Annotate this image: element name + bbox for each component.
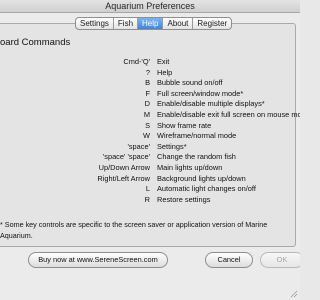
command-row: B Bubble sound on/off xyxy=(0,78,300,89)
command-key: Up/Down Arrow xyxy=(98,162,150,172)
command-row: ? Help xyxy=(0,68,300,79)
resize-grip-icon[interactable] xyxy=(290,290,298,298)
command-row: W Wireframe/normal mode xyxy=(0,131,300,142)
command-key: D xyxy=(144,99,150,109)
ok-button: OK xyxy=(260,252,300,268)
command-description: Bubble sound on/off xyxy=(157,78,223,88)
preferences-window: Aquarium Preferences Settings Fish Help … xyxy=(0,0,300,300)
command-description: Wireframe/normal mode xyxy=(157,131,237,141)
window-title: Aquarium Preferences xyxy=(105,1,195,11)
tab-register[interactable]: Register xyxy=(192,18,231,29)
command-description: Background lights up/down xyxy=(157,173,246,183)
tab-fish[interactable]: Fish xyxy=(112,18,137,29)
command-description: Help xyxy=(157,67,173,77)
command-key: Cmd-'Q' xyxy=(123,57,150,66)
command-key: B xyxy=(145,78,150,88)
cancel-button[interactable]: Cancel xyxy=(205,252,253,268)
footnote: * Some key controls are specific to the … xyxy=(0,220,268,240)
command-description: Exit xyxy=(157,57,170,66)
command-key: M xyxy=(143,109,150,119)
command-description: Full screen/window mode* xyxy=(157,88,244,98)
tab-settings[interactable]: Settings xyxy=(76,18,113,29)
command-row: Up/Down Arrow Main lights up/down xyxy=(0,163,300,174)
command-description: Automatic light changes on/off xyxy=(157,184,256,194)
tab-help[interactable]: Help xyxy=(137,18,163,29)
command-description: Enable/disable exit full screen on mouse… xyxy=(157,109,300,119)
command-description: Main lights up/down xyxy=(157,162,223,172)
keyboard-commands-heading: oard Commands xyxy=(0,37,71,48)
command-description: Enable/disable multiple displays* xyxy=(157,99,265,109)
title-bar[interactable]: Aquarium Preferences xyxy=(0,0,300,13)
command-row: S Show frame rate xyxy=(0,121,300,132)
command-description: Change the random fish xyxy=(157,152,236,162)
command-key: Right/Left Arrow xyxy=(97,173,150,183)
command-row: L Automatic light changes on/off xyxy=(0,184,300,195)
command-key: S xyxy=(145,120,150,130)
command-key: F xyxy=(145,88,150,98)
command-list: Cmd-'Q' Exit ? Help B Bubble sound on/of… xyxy=(0,57,300,205)
command-key: ? xyxy=(145,67,150,77)
command-description: Settings* xyxy=(157,141,187,151)
command-key: L xyxy=(145,184,150,194)
command-key: 'space' 'space' xyxy=(102,152,150,162)
command-description: Show frame rate xyxy=(157,120,212,130)
command-row: Right/Left Arrow Background lights up/do… xyxy=(0,174,300,185)
command-row: M Enable/disable exit full screen on mou… xyxy=(0,110,300,121)
command-key: 'space' xyxy=(127,141,150,151)
command-row: 'space' 'space' Change the random fish xyxy=(0,152,300,163)
buy-now-button[interactable]: Buy now at www.SereneScreen.com xyxy=(28,252,168,268)
command-row: D Enable/disable multiple displays* xyxy=(0,99,300,110)
command-row: Cmd-'Q' Exit xyxy=(0,57,300,68)
tab-about[interactable]: About xyxy=(162,18,192,29)
command-description: Restore settings xyxy=(157,194,211,204)
command-row: F Full screen/window mode* xyxy=(0,89,300,100)
command-row: R Restore settings xyxy=(0,195,300,206)
command-key: R xyxy=(144,194,150,204)
command-key: W xyxy=(143,131,150,141)
command-row: 'space' Settings* xyxy=(0,142,300,153)
tab-bar: Settings Fish Help About Register xyxy=(75,17,233,30)
